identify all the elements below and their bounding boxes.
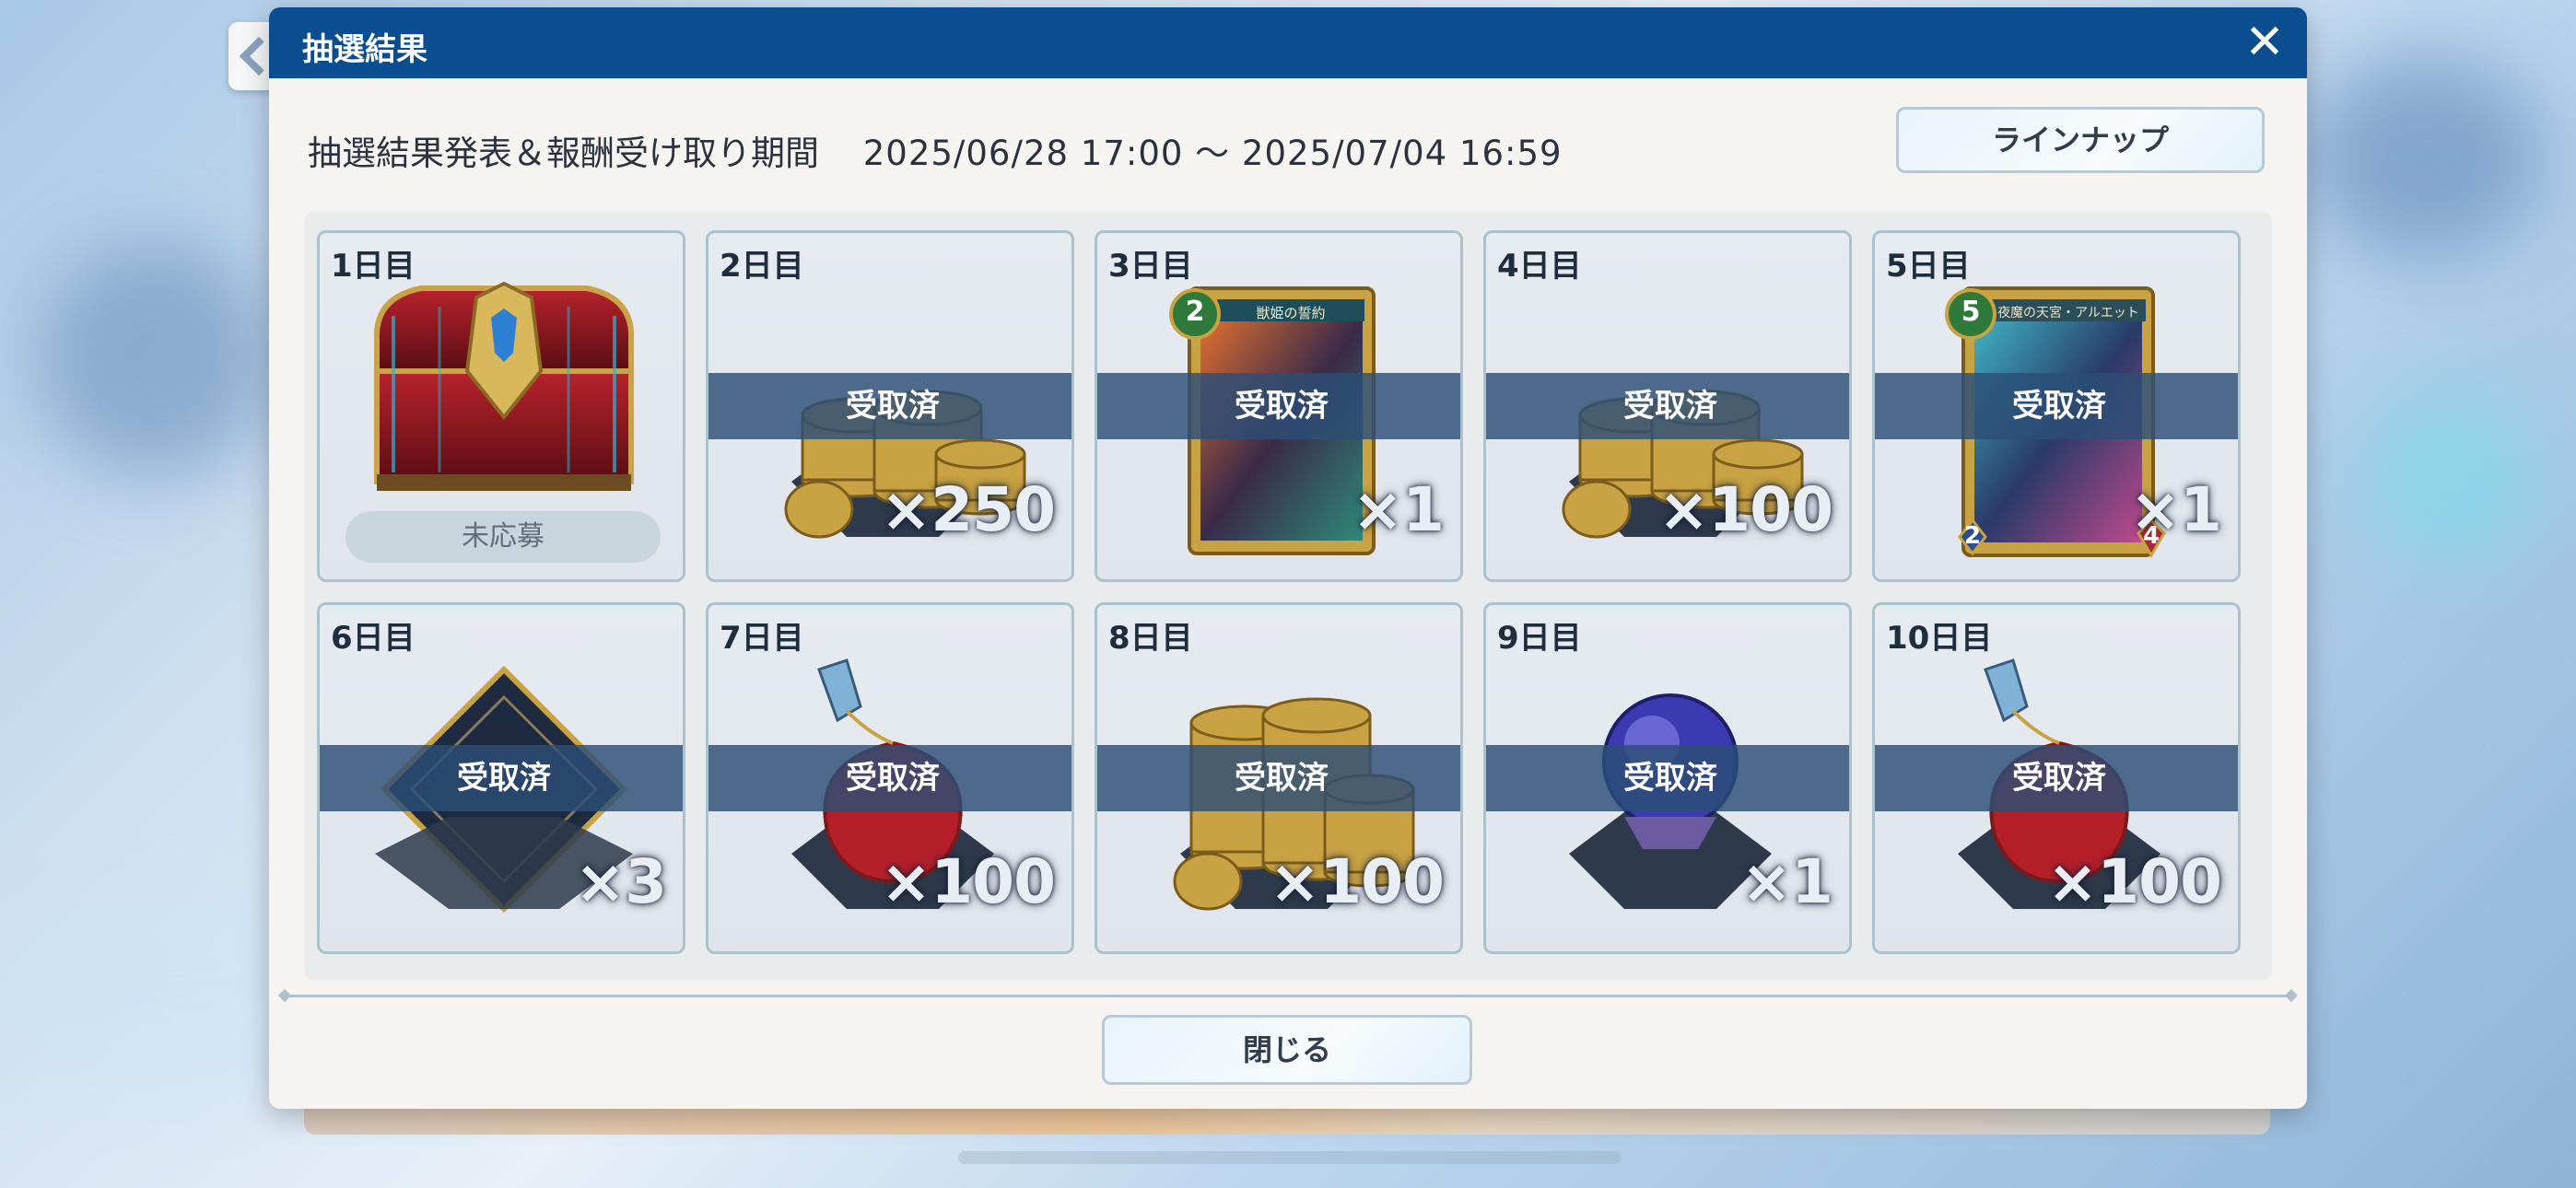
card-name: 獣姫の誓約 <box>1256 305 1326 321</box>
reward-quantity: ×100 <box>2046 846 2222 917</box>
reward-period: 抽選結果発表＆報酬受け取り期間 2025/06/28 17:00 ～ 2025/… <box>308 125 1563 175</box>
day-label: 5日目 <box>1886 248 1971 285</box>
reward-quantity: ×100 <box>1269 846 1445 917</box>
received-status: 受取済 <box>1097 373 1460 439</box>
period-value: 2025/06/28 17:00 ～ 2025/07/04 16:59 <box>862 134 1563 173</box>
day-card-2[interactable]: 2日目 受取済 ×250 <box>706 230 1074 582</box>
reward-quantity: ×1 <box>1740 846 1833 917</box>
card-attack: 2 <box>1963 522 1982 550</box>
day-label: 8日目 <box>1108 620 1193 657</box>
close-icon[interactable]: ✕ <box>2241 18 2289 66</box>
background-shape <box>2359 387 2543 571</box>
received-status: 受取済 <box>320 745 683 811</box>
status-badge: 未応募 <box>345 511 661 563</box>
divider <box>284 995 2292 997</box>
received-status: 受取済 <box>708 745 1071 811</box>
received-status: 受取済 <box>1097 745 1460 811</box>
day-label: 1日目 <box>331 248 416 285</box>
dialog-title-bar: 抽選結果 ✕ <box>269 7 2307 78</box>
scroll-indicator <box>958 1151 1622 1164</box>
reward-quantity: ×1 <box>1352 474 1445 545</box>
day-label: 9日目 <box>1497 620 1582 657</box>
day-label: 3日目 <box>1108 248 1193 285</box>
reward-quantity: ×100 <box>1657 474 1833 545</box>
received-status: 受取済 <box>708 373 1071 439</box>
lineup-button[interactable]: ラインナップ <box>1896 107 2265 173</box>
day-label: 4日目 <box>1497 248 1582 285</box>
received-status: 受取済 <box>1486 745 1849 811</box>
day-card-8[interactable]: 8日目 受取済 ×100 <box>1095 602 1463 954</box>
lottery-result-dialog: 抽選結果 ✕ 抽選結果発表＆報酬受け取り期間 2025/06/28 17:00 … <box>269 7 2307 1109</box>
received-status: 受取済 <box>1875 745 2238 811</box>
day-card-5[interactable]: 5日目 5 夜魔の天宮・アルエット 2 4 受取済 ×1 <box>1872 230 2241 582</box>
card-name: 夜魔の天宮・アルエット <box>1997 306 2139 320</box>
daily-reward-grid: 1日目 未応募 2日目 受取済 ×250 3日目 2 獣姫の誓約 受取済 ×1 … <box>304 212 2272 980</box>
received-status: 受取済 <box>1486 373 1849 439</box>
card-cost: 5 <box>1961 296 1981 328</box>
period-label: 抽選結果発表＆報酬受け取り期間 <box>308 134 819 173</box>
day-card-3[interactable]: 3日目 2 獣姫の誓約 受取済 ×1 <box>1095 230 1463 582</box>
day-card-1[interactable]: 1日目 未応募 <box>317 230 685 582</box>
reward-quantity: ×250 <box>880 474 1056 545</box>
reward-quantity: ×100 <box>880 846 1056 917</box>
background-shape <box>2303 55 2543 258</box>
background-shape <box>37 239 276 479</box>
day-card-6[interactable]: 6日目 受取済 ×3 <box>317 602 685 954</box>
day-label: 2日目 <box>720 248 804 285</box>
day-card-7[interactable]: 7日目 受取済 ×100 <box>706 602 1074 954</box>
dialog-title: 抽選結果 <box>302 31 427 68</box>
day-card-9[interactable]: 9日目 受取済 ×1 <box>1483 602 1852 954</box>
close-button[interactable]: 閉じる <box>1102 1015 1472 1085</box>
day-label: 7日目 <box>720 620 804 657</box>
card-cost: 2 <box>1185 296 1205 328</box>
day-card-4[interactable]: 4日目 受取済 ×100 <box>1483 230 1852 582</box>
day-label: 6日目 <box>331 620 416 657</box>
day-card-10[interactable]: 10日目 受取済 ×100 <box>1872 602 2241 954</box>
received-status: 受取済 <box>1875 373 2238 439</box>
reward-quantity: ×3 <box>574 846 667 917</box>
day-label: 10日目 <box>1886 620 1993 657</box>
reward-quantity: ×1 <box>2129 474 2222 545</box>
